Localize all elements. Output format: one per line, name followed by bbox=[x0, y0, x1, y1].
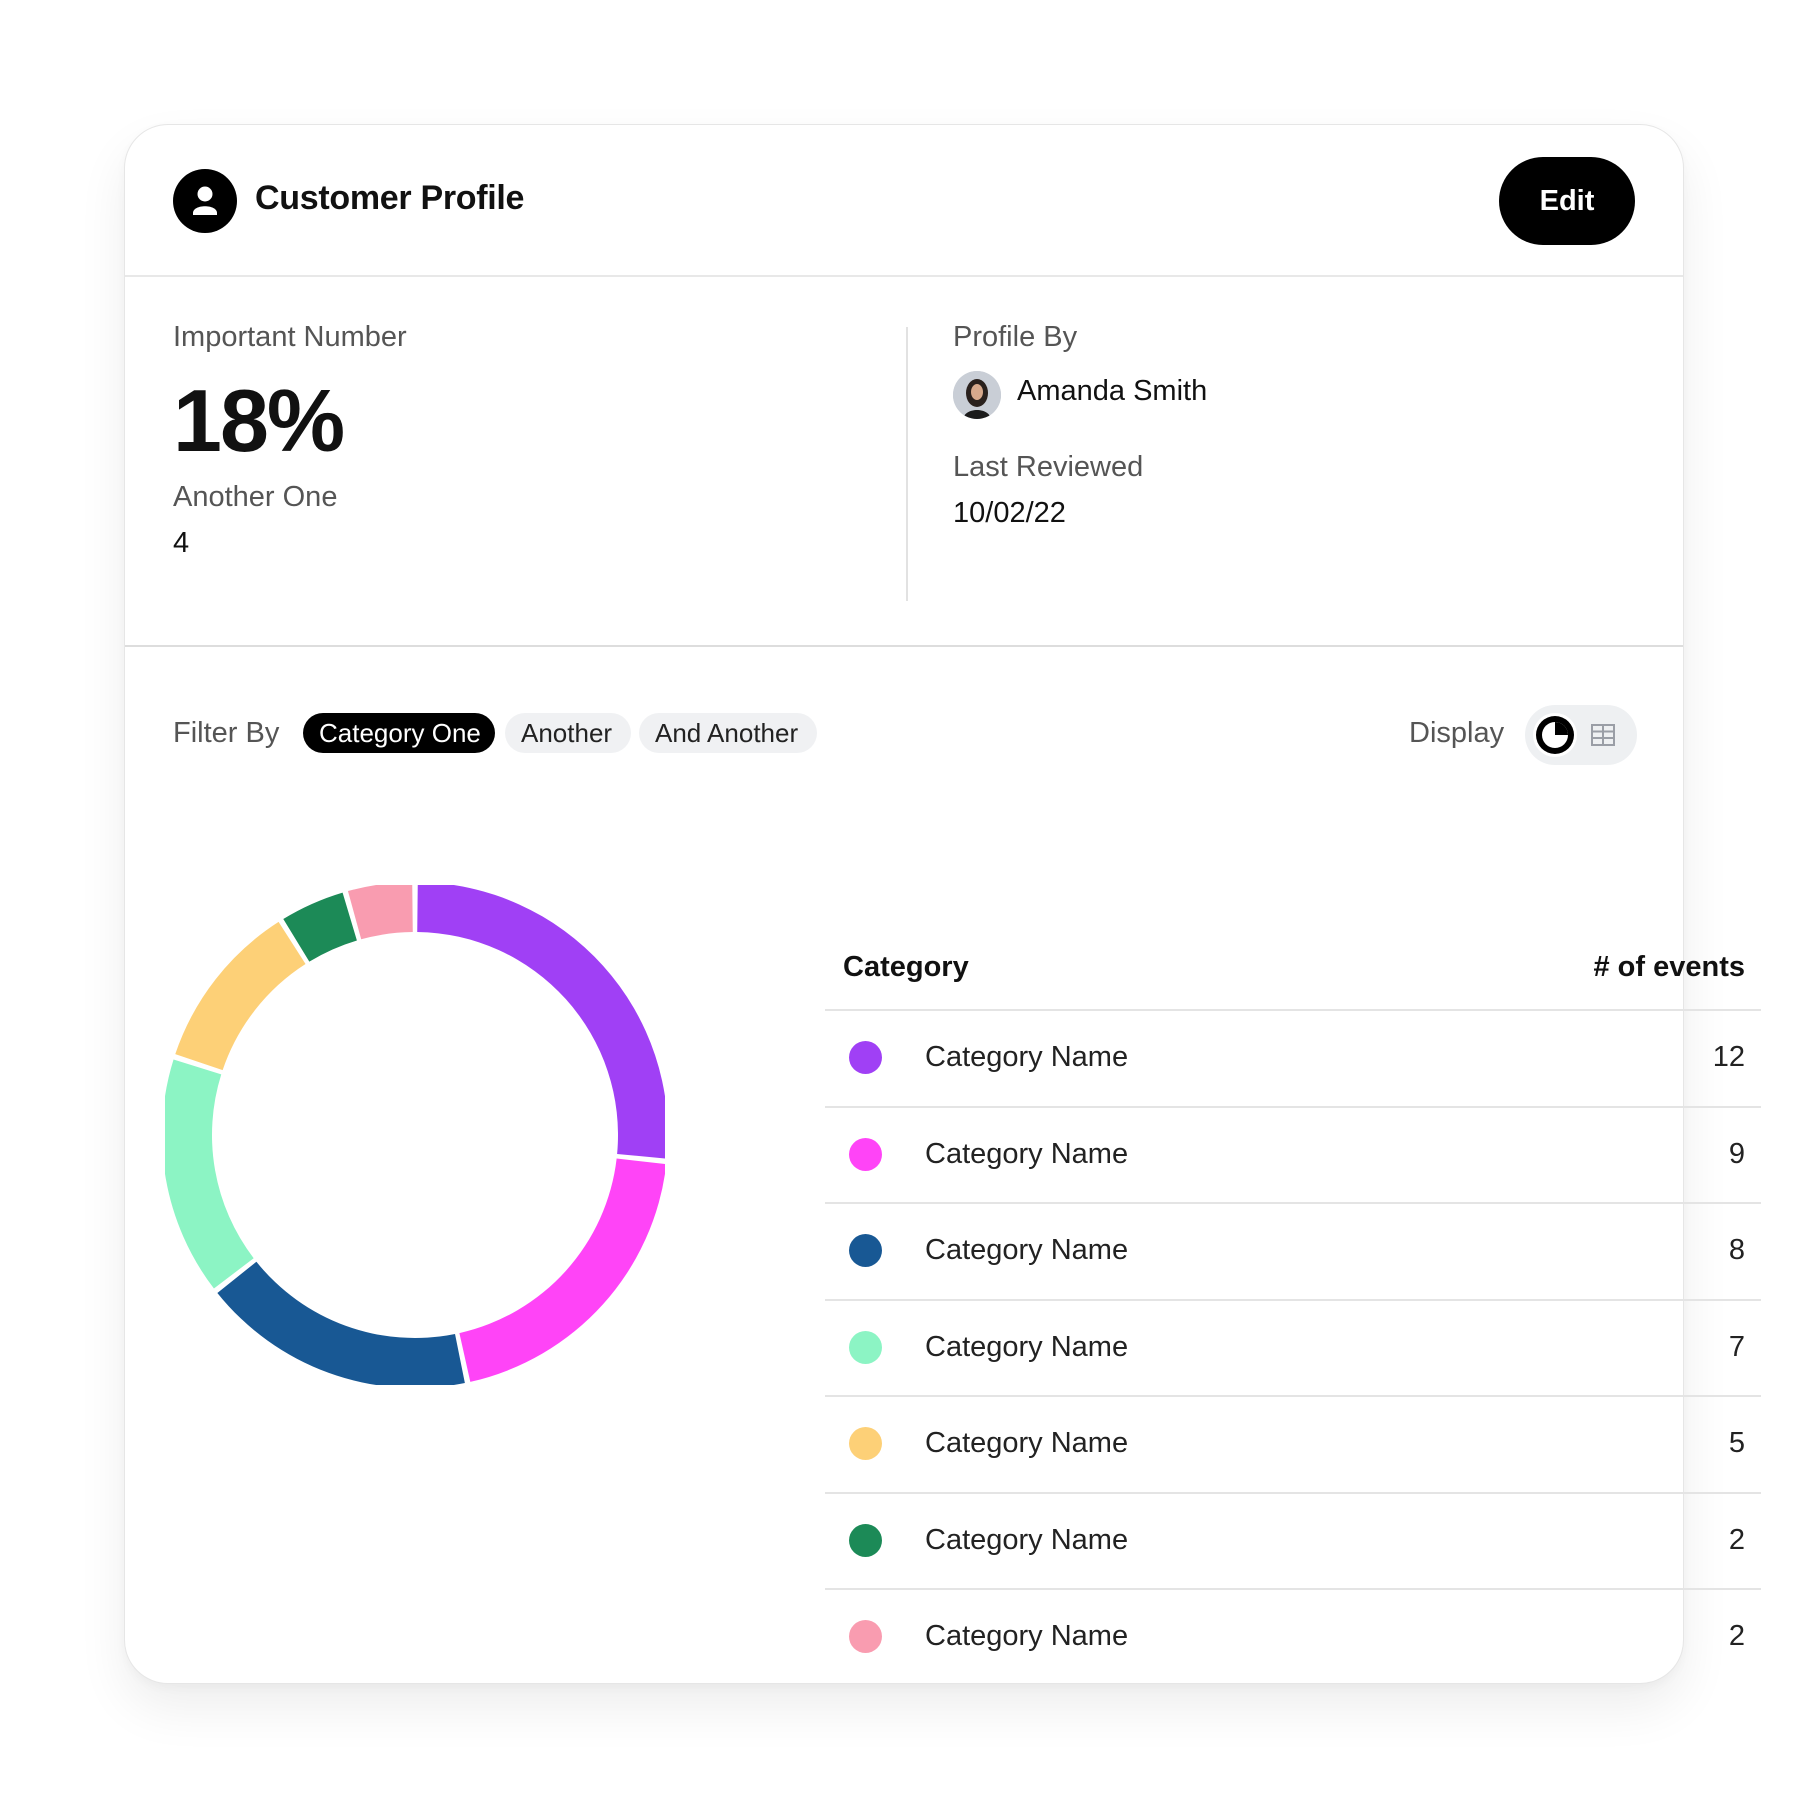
category-name: Category Name bbox=[925, 1427, 1129, 1459]
category-name: Category Name bbox=[925, 1234, 1129, 1266]
event-count: 2 bbox=[1728, 1620, 1745, 1652]
category-table: Category # of events Category Name 12 Cate… bbox=[825, 915, 1761, 1687]
donut-slice[interactable] bbox=[217, 1261, 465, 1388]
another-one-value: 4 bbox=[173, 527, 190, 559]
important-number-label: Important Number bbox=[173, 321, 407, 353]
legend-dot bbox=[849, 1427, 882, 1460]
person-icon bbox=[173, 169, 237, 233]
display-label: Display bbox=[1409, 717, 1505, 749]
donut-slice[interactable] bbox=[162, 1059, 254, 1289]
important-number-value: 18% bbox=[173, 371, 345, 470]
page-title: Customer Profile bbox=[255, 179, 525, 217]
customer-profile-card: Customer Profile Edit Important Number 1… bbox=[124, 124, 1761, 1684]
table-icon[interactable] bbox=[1589, 721, 1617, 749]
column-header-category: Category bbox=[843, 951, 969, 983]
pie-chart-icon[interactable] bbox=[1533, 713, 1577, 757]
stats-divider bbox=[906, 327, 908, 601]
profile-by-name: Amanda Smith bbox=[1017, 375, 1208, 407]
table-row[interactable]: Category Name 12 bbox=[825, 1011, 1761, 1108]
category-name: Category Name bbox=[925, 1330, 1129, 1363]
display-toggle bbox=[1525, 705, 1637, 765]
category-name: Category Name bbox=[925, 1041, 1129, 1073]
donut-slice[interactable] bbox=[175, 921, 306, 1071]
event-count: 2 bbox=[1728, 1523, 1745, 1556]
legend-dot bbox=[849, 1234, 882, 1267]
table-body: Category Name 12 Category Name 9 Category Na… bbox=[825, 1011, 1761, 1687]
event-count: 12 bbox=[1712, 1041, 1745, 1073]
profile-by-label: Profile By bbox=[953, 321, 1078, 353]
table-row[interactable]: Category Name 2 bbox=[825, 1494, 1761, 1590]
edit-button[interactable]: Edit bbox=[1499, 157, 1635, 245]
donut-chart bbox=[162, 882, 668, 1388]
category-name: Category Name bbox=[925, 1137, 1129, 1170]
column-header-events: # of events bbox=[1593, 951, 1746, 983]
legend-dot bbox=[849, 1041, 882, 1074]
table-row[interactable]: Category Name 7 bbox=[825, 1301, 1761, 1397]
last-reviewed-label: Last Reviewed bbox=[953, 451, 1144, 483]
donut-slice[interactable] bbox=[459, 1158, 667, 1382]
category-name: Category Name bbox=[925, 1620, 1129, 1652]
donut-slice[interactable] bbox=[347, 882, 413, 940]
donut-slice[interactable] bbox=[417, 882, 668, 1159]
filter-chip-category-one[interactable]: Category One bbox=[303, 713, 495, 753]
filter-chip-another[interactable]: Another bbox=[505, 713, 631, 753]
table-header: Category # of events bbox=[825, 915, 1761, 1011]
filter-chip-and-another[interactable]: And Another bbox=[639, 713, 817, 753]
legend-dot bbox=[849, 1330, 882, 1364]
filter-by-label: Filter By bbox=[173, 717, 280, 749]
event-count: 9 bbox=[1728, 1137, 1745, 1170]
avatar[interactable] bbox=[953, 371, 1001, 419]
legend-dot bbox=[849, 1137, 882, 1171]
stats-section: Important Number 18% Another One 4 Profi… bbox=[125, 277, 1683, 647]
event-count: 8 bbox=[1728, 1234, 1745, 1266]
legend-dot bbox=[849, 1620, 882, 1653]
event-count: 7 bbox=[1728, 1330, 1745, 1363]
card-header: Customer Profile Edit bbox=[125, 125, 1683, 277]
table-row[interactable]: Category Name 5 bbox=[825, 1397, 1761, 1494]
category-name: Category Name bbox=[925, 1523, 1129, 1556]
last-reviewed-value: 10/02/22 bbox=[953, 497, 1066, 529]
legend-dot bbox=[849, 1523, 882, 1557]
filter-bar: Filter By Category One Another And Anoth… bbox=[125, 647, 1683, 767]
table-row[interactable]: Category Name 8 bbox=[825, 1204, 1761, 1301]
another-one-label: Another One bbox=[173, 481, 338, 513]
table-row[interactable]: Category Name 9 bbox=[825, 1108, 1761, 1204]
event-count: 5 bbox=[1728, 1427, 1745, 1459]
table-row[interactable]: Category Name 2 bbox=[825, 1590, 1761, 1687]
